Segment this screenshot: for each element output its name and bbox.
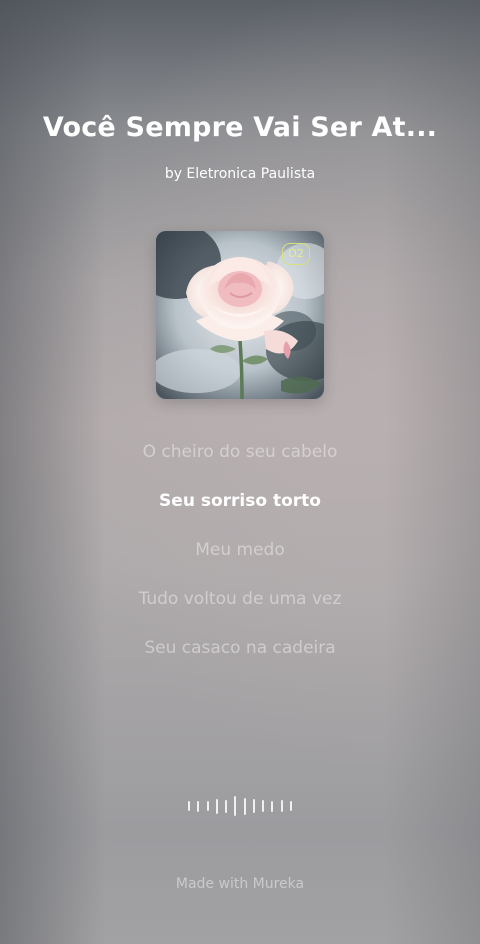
lyric-line-active[interactable]: Seu sorriso torto [0,486,480,535]
lyric-line[interactable]: Meu medo [0,535,480,584]
lyric-line[interactable]: Tudo voltou de uma vez [0,584,480,633]
wave-bar [271,800,274,812]
wave-bar [206,801,209,811]
album-cover[interactable]: O2 [156,231,324,399]
song-title: Você Sempre Vai Ser At... [42,112,438,143]
wave-bar [262,800,265,812]
lyric-line[interactable]: Seu casaco na cadeira [0,633,480,682]
made-with-credit: Made with Mureka [175,876,305,892]
wave-bar [280,800,283,812]
lyrics-list: O cheiro do seu cabelo Seu sorriso torto… [0,437,480,682]
wave-bar [243,797,246,815]
version-badge: O2 [282,243,310,265]
wave-bar [197,800,200,812]
wave-bar [289,801,292,811]
lyric-line[interactable]: O cheiro do seu cabelo [0,437,480,486]
song-artist: by Eletronica Paulista [164,166,316,182]
wave-bar [234,796,237,816]
wave-bar [252,799,255,813]
wave-bar [225,799,228,813]
audio-wave-icon[interactable] [188,796,292,816]
wave-bar [215,798,218,814]
wave-bar [188,801,190,811]
